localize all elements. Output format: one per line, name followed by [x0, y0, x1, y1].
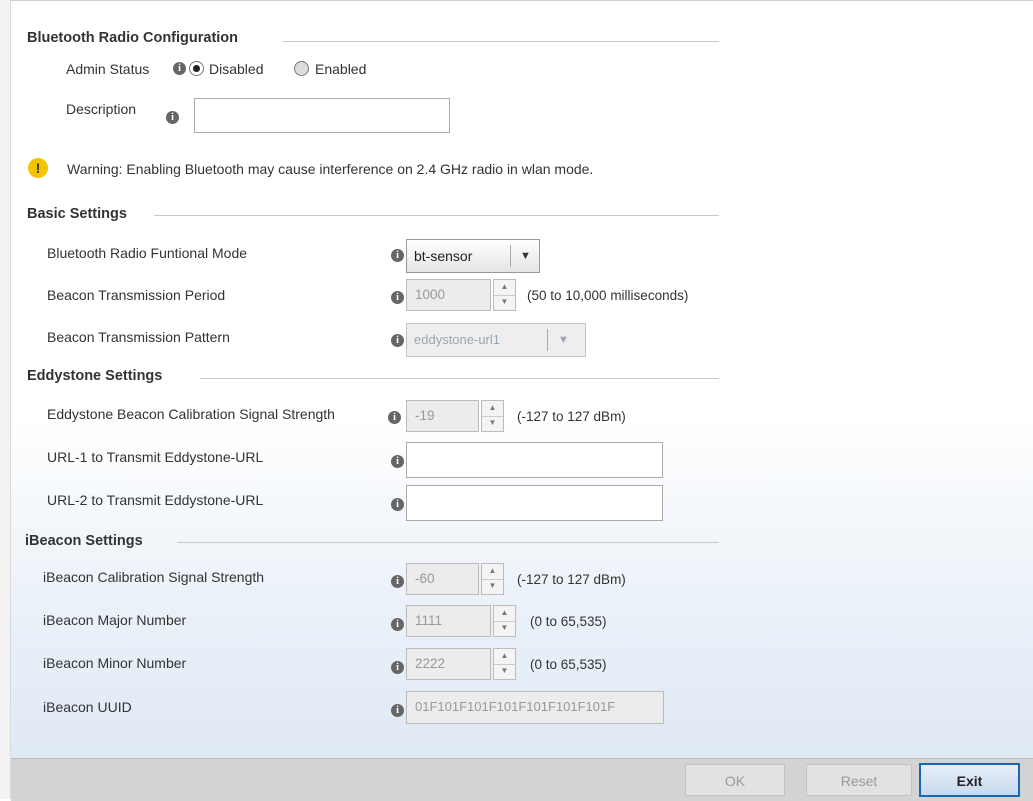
uuid-label: iBeacon UUID — [43, 699, 132, 715]
url2-label: URL-2 to Transmit Eddystone-URL — [47, 492, 264, 508]
description-input[interactable] — [194, 98, 450, 133]
section-divider — [154, 215, 719, 216]
pattern-label: Beacon Transmission Pattern — [47, 329, 230, 345]
section-title-eddystone: Eddystone Settings — [27, 368, 163, 384]
info-icon[interactable]: i — [391, 334, 404, 347]
spin-down-icon[interactable]: ▼ — [494, 664, 515, 679]
admin-status-label: Admin Status — [66, 61, 150, 77]
info-icon[interactable]: i — [391, 249, 404, 262]
chevron-down-icon: ▼ — [558, 334, 569, 346]
admin-status-enabled-label: Enabled — [315, 61, 367, 77]
uuid-input[interactable]: 01F101F101F101F101F101F101F — [406, 691, 664, 724]
eddystone-calibration-input[interactable]: -19 — [406, 400, 479, 432]
section-divider — [283, 41, 719, 42]
info-icon[interactable]: i — [388, 411, 401, 424]
eddystone-calibration-spinner[interactable]: ▲ ▼ — [481, 400, 504, 432]
description-label: Description — [66, 101, 137, 117]
warning-text: Warning: Enabling Bluetooth may cause in… — [67, 161, 594, 177]
ok-button[interactable]: OK — [685, 764, 785, 796]
config-panel: Bluetooth Radio Configuration Admin Stat… — [0, 0, 1033, 801]
minor-label: iBeacon Minor Number — [43, 655, 187, 671]
period-input[interactable]: 1000 — [406, 279, 491, 311]
major-spinner[interactable]: ▲ ▼ — [493, 605, 516, 637]
pattern-select-value: eddystone-url1 — [414, 332, 500, 347]
url1-input[interactable] — [406, 442, 663, 478]
section-title-ibeacon: iBeacon Settings — [25, 533, 143, 549]
section-divider — [177, 542, 719, 543]
info-icon[interactable]: i — [173, 62, 186, 75]
eddystone-calibration-label: Eddystone Beacon Calibration Signal Stre… — [47, 406, 335, 422]
select-separator — [510, 245, 511, 267]
spin-up-icon[interactable]: ▲ — [482, 401, 503, 417]
spin-down-icon[interactable]: ▼ — [494, 295, 515, 310]
info-icon[interactable]: i — [391, 704, 404, 717]
major-input[interactable]: 1111 — [406, 605, 491, 637]
admin-status-enabled-radio[interactable] — [294, 61, 309, 76]
major-hint: (0 to 65,535) — [530, 614, 607, 629]
minor-hint: (0 to 65,535) — [530, 657, 607, 672]
major-label: iBeacon Major Number — [43, 612, 187, 628]
section-title-bluetooth-radio: Bluetooth Radio Configuration — [27, 30, 239, 46]
spin-up-icon[interactable]: ▲ — [494, 606, 515, 622]
info-icon[interactable]: i — [391, 618, 404, 631]
section-divider — [200, 378, 719, 379]
url1-label: URL-1 to Transmit Eddystone-URL — [47, 449, 264, 465]
admin-status-disabled-label: Disabled — [209, 61, 264, 77]
spin-down-icon[interactable]: ▼ — [494, 621, 515, 636]
period-hint: (50 to 10,000 milliseconds) — [527, 288, 689, 303]
warning-icon: ! — [28, 158, 48, 178]
ibeacon-calibration-hint: (-127 to 127 dBm) — [517, 572, 626, 587]
spin-down-icon[interactable]: ▼ — [482, 579, 503, 594]
left-panel-edge — [0, 0, 11, 799]
period-label: Beacon Transmission Period — [47, 287, 226, 303]
mode-select-value: bt-sensor — [414, 248, 473, 264]
chevron-down-icon: ▼ — [520, 250, 531, 262]
ibeacon-calibration-label: iBeacon Calibration Signal Strength — [43, 569, 265, 585]
spin-down-icon[interactable]: ▼ — [482, 416, 503, 431]
info-icon[interactable]: i — [391, 661, 404, 674]
period-spinner[interactable]: ▲ ▼ — [493, 279, 516, 311]
pattern-select[interactable]: eddystone-url1 ▼ — [406, 323, 586, 357]
info-icon[interactable]: i — [166, 111, 179, 124]
ibeacon-calibration-input[interactable]: -60 — [406, 563, 479, 595]
section-title-basic: Basic Settings — [27, 206, 127, 222]
url2-input[interactable] — [406, 485, 663, 521]
eddystone-calibration-hint: (-127 to 127 dBm) — [517, 409, 626, 424]
info-icon[interactable]: i — [391, 291, 404, 304]
reset-button[interactable]: Reset — [806, 764, 912, 796]
spin-up-icon[interactable]: ▲ — [482, 564, 503, 580]
ibeacon-calibration-spinner[interactable]: ▲ ▼ — [481, 563, 504, 595]
info-icon[interactable]: i — [391, 498, 404, 511]
mode-label: Bluetooth Radio Funtional Mode — [47, 245, 248, 261]
spin-up-icon[interactable]: ▲ — [494, 280, 515, 296]
mode-select[interactable]: bt-sensor ▼ — [406, 239, 540, 273]
footer-bar: OK Reset Exit — [11, 758, 1033, 801]
minor-input[interactable]: 2222 — [406, 648, 491, 680]
minor-spinner[interactable]: ▲ ▼ — [493, 648, 516, 680]
spin-up-icon[interactable]: ▲ — [494, 649, 515, 665]
admin-status-disabled-radio[interactable] — [189, 61, 204, 76]
info-icon[interactable]: i — [391, 455, 404, 468]
info-icon[interactable]: i — [391, 575, 404, 588]
exit-button[interactable]: Exit — [919, 763, 1020, 797]
select-separator — [547, 329, 548, 351]
